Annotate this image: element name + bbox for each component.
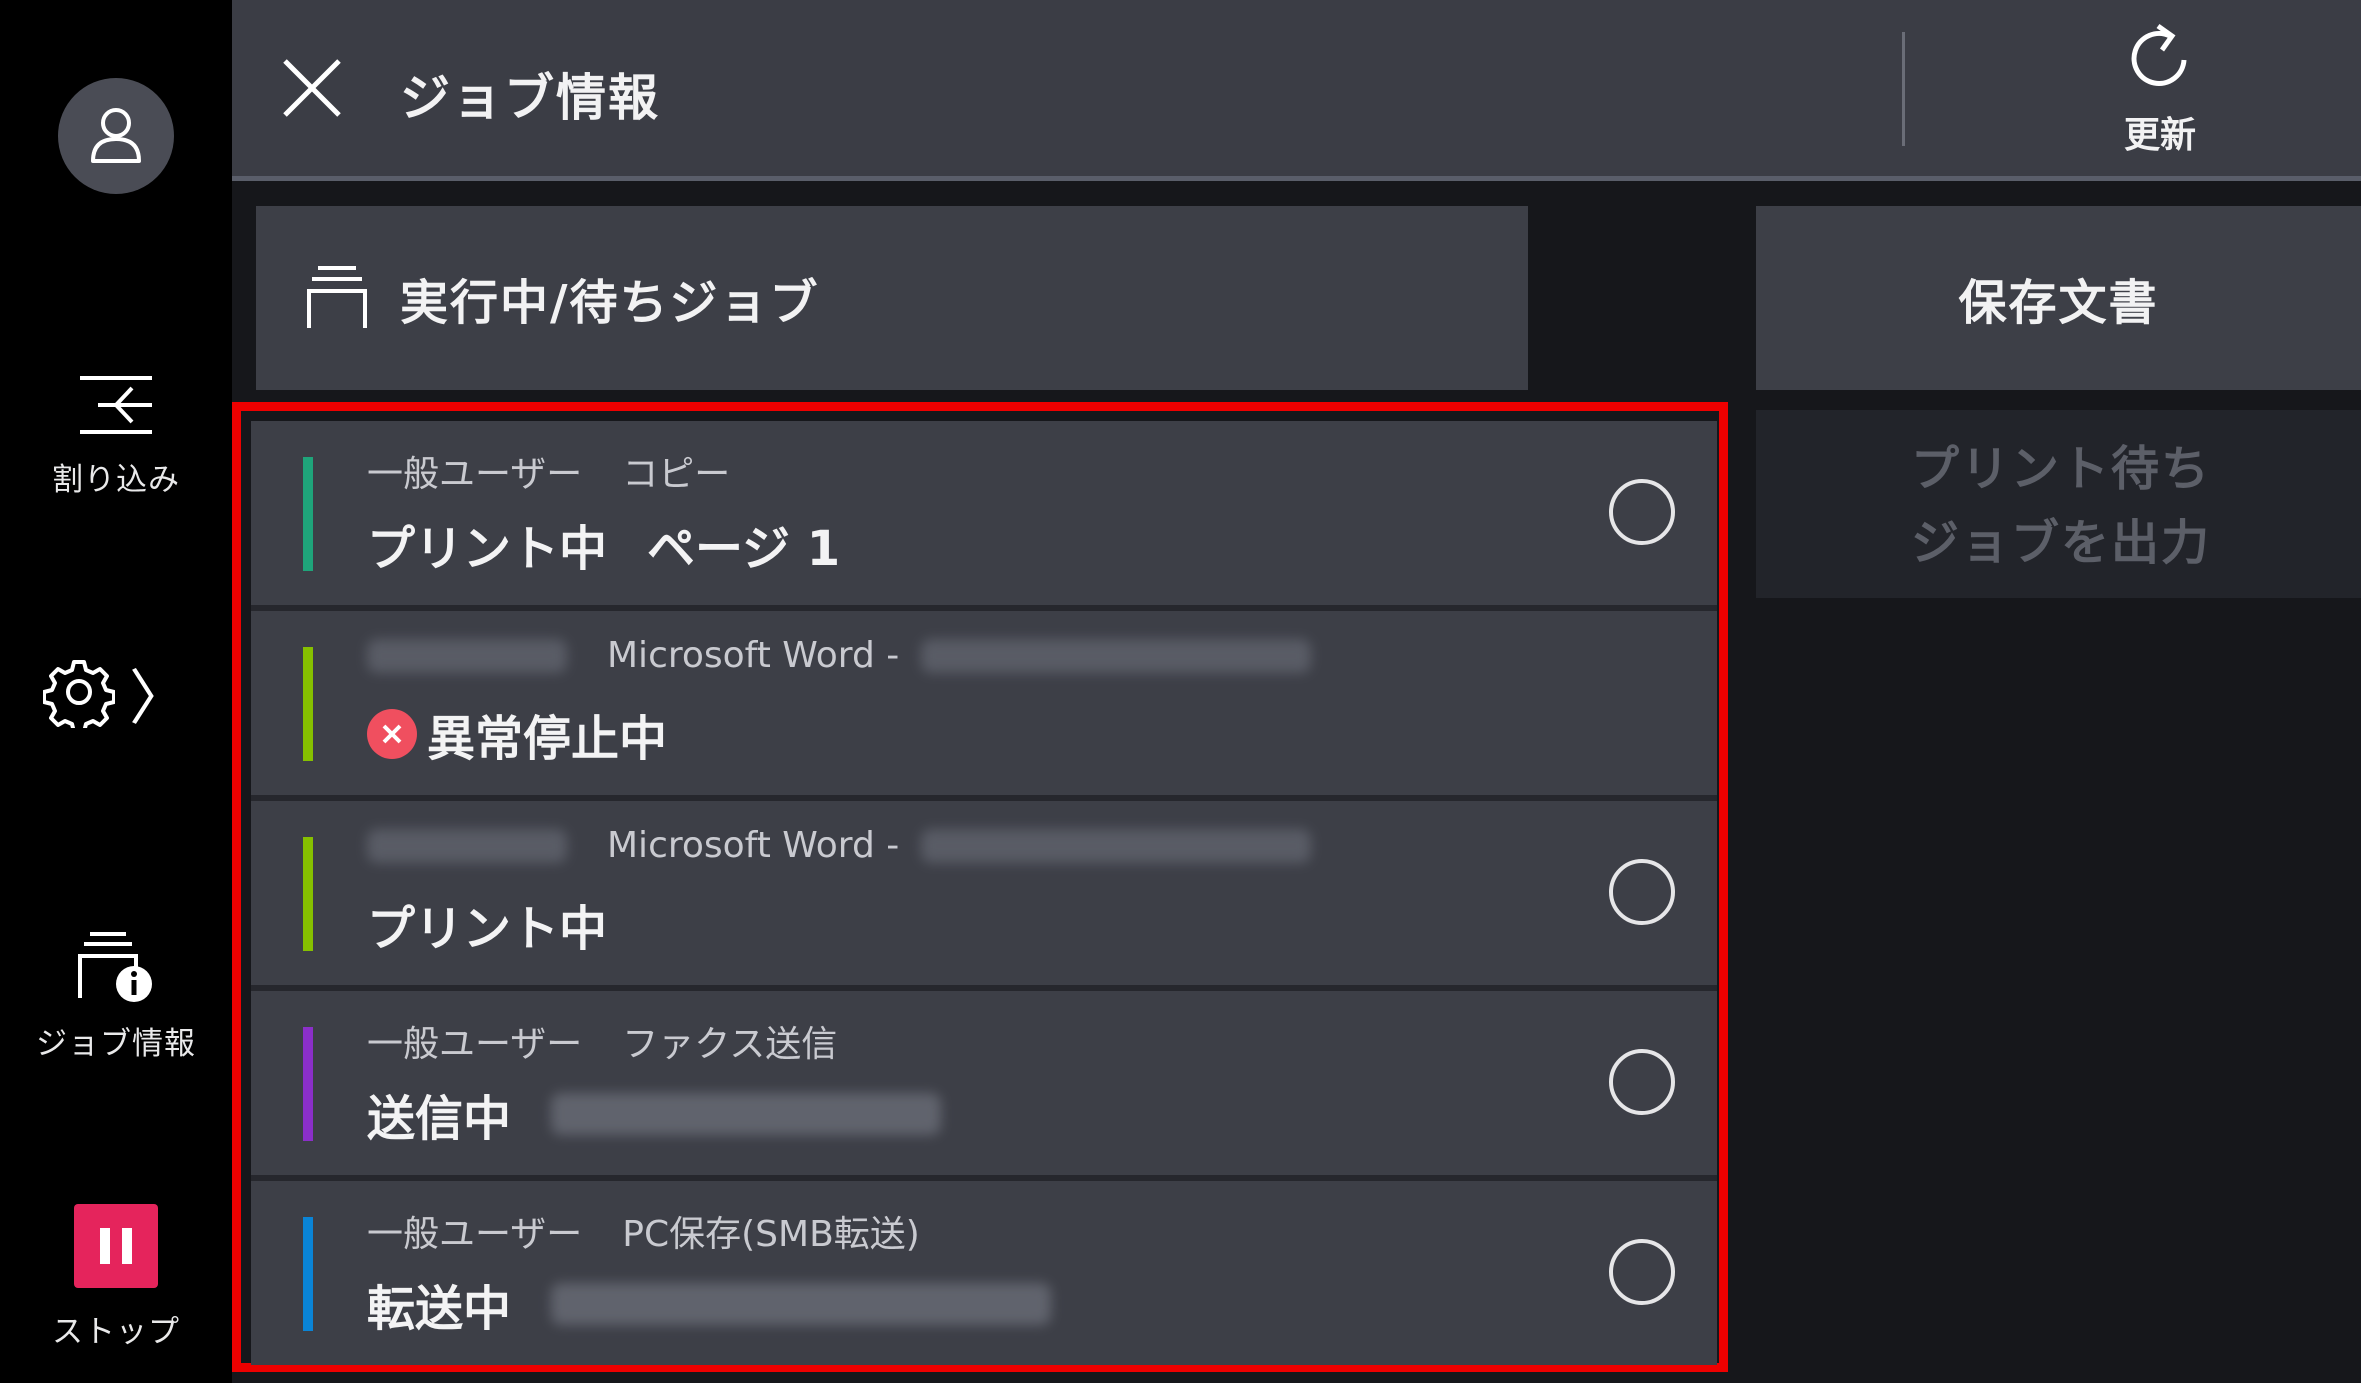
job-status-bar xyxy=(303,1217,313,1331)
job-status-bar xyxy=(303,837,313,951)
job-meta: Microsoft Word - xyxy=(367,635,1312,676)
job-owner: 一般ユーザー xyxy=(367,454,583,495)
stop-icon xyxy=(74,1204,158,1288)
job-row[interactable]: 一般ユーザー ファクス送信 送信中 xyxy=(251,991,1717,1175)
refresh-icon xyxy=(2122,20,2198,100)
interrupt-icon xyxy=(76,370,156,444)
job-select-radio[interactable] xyxy=(1609,1049,1675,1115)
print-waiting-jobs-button[interactable]: プリント待ち ジョブを出力 xyxy=(1756,410,2361,598)
print-waiting-line1: プリント待ち xyxy=(1911,441,2212,497)
job-row[interactable]: 一般ユーザー PC保存(SMB転送) 転送中 xyxy=(251,1181,1717,1365)
error-icon xyxy=(367,709,417,759)
job-status: 異常停止中 xyxy=(427,711,668,767)
job-type: ファクス送信 xyxy=(622,1024,838,1065)
close-icon xyxy=(279,55,345,125)
tab-active-waiting-jobs[interactable]: 実行中/待ちジョブ xyxy=(256,206,1528,390)
redacted-filename xyxy=(921,828,1312,863)
header-bar: ジョブ情報 更新 xyxy=(232,0,2361,176)
main-area: ジョブ情報 更新 実行中/待ちジョブ 保存文書 プリント待ち ジョブを出力 一般… xyxy=(232,0,2361,1383)
redacted-owner xyxy=(367,638,567,673)
job-status-line: 転送中 xyxy=(367,1269,1052,1339)
job-status-bar xyxy=(303,457,313,571)
job-meta: Microsoft Word - xyxy=(367,825,1312,866)
job-type: コピー xyxy=(622,454,731,495)
job-info-nav-label: ジョブ情報 xyxy=(36,1026,196,1062)
job-owner: 一般ユーザー xyxy=(367,1214,583,1255)
job-select-radio[interactable] xyxy=(1609,859,1675,925)
job-list-highlight: 一般ユーザー コピー プリント中 ページ 1 Microsoft Word - … xyxy=(232,402,1728,1372)
redacted-destination xyxy=(551,1093,942,1135)
job-status-bar xyxy=(303,1027,313,1141)
job-status: プリント中 xyxy=(367,521,608,577)
job-status-line: プリント中 ページ 1 xyxy=(367,509,840,579)
job-type: Microsoft Word - xyxy=(607,825,900,866)
print-waiting-jobs-label: プリント待ち ジョブを出力 xyxy=(1911,432,2211,580)
tab-saved-label: 保存文書 xyxy=(1958,275,2159,331)
job-select-radio[interactable] xyxy=(1609,1239,1675,1305)
job-type: Microsoft Word - xyxy=(607,635,900,676)
user-icon xyxy=(81,99,151,173)
user-avatar-button[interactable] xyxy=(58,78,174,194)
job-status-line: 送信中 xyxy=(367,1079,942,1149)
job-row[interactable]: Microsoft Word - 異常停止中 xyxy=(251,611,1717,795)
job-status: 転送中 xyxy=(367,1281,512,1337)
job-meta: 一般ユーザー コピー xyxy=(367,445,730,497)
page-title: ジョブ情報 xyxy=(400,69,660,127)
job-type: PC保存(SMB転送) xyxy=(622,1214,920,1255)
job-status-line: プリント中 xyxy=(367,889,607,959)
stop-button[interactable]: ストップ xyxy=(0,1204,232,1351)
device-settings-button[interactable]: 〉 xyxy=(0,650,232,737)
job-meta: 一般ユーザー PC保存(SMB転送) xyxy=(367,1205,920,1257)
interrupt-label: 割り込み xyxy=(52,462,180,498)
header-underline xyxy=(232,176,2361,181)
tab-saved-documents[interactable]: 保存文書 xyxy=(1756,206,2361,390)
close-button[interactable] xyxy=(272,50,352,130)
job-status: 送信中 xyxy=(367,1091,512,1147)
job-status-bar xyxy=(303,647,313,761)
job-row[interactable]: 一般ユーザー コピー プリント中 ページ 1 xyxy=(251,421,1717,605)
redacted-owner xyxy=(367,828,567,863)
job-row[interactable]: Microsoft Word - プリント中 xyxy=(251,801,1717,985)
job-select-radio[interactable] xyxy=(1609,479,1675,545)
redacted-filename xyxy=(921,638,1312,673)
chevron-right-icon: 〉 xyxy=(129,664,189,734)
job-info-icon xyxy=(76,928,156,1008)
stop-label: ストップ xyxy=(52,1314,180,1350)
job-detail: ページ 1 xyxy=(647,521,841,577)
tab-active-label: 実行中/待ちジョブ xyxy=(400,275,820,331)
job-info-nav-button[interactable]: ジョブ情報 xyxy=(0,928,232,1063)
print-waiting-line2: ジョブを出力 xyxy=(1911,515,2212,571)
job-meta: 一般ユーザー ファクス送信 xyxy=(367,1015,837,1067)
job-owner: 一般ユーザー xyxy=(367,1024,583,1065)
job-status-line: 異常停止中 xyxy=(367,699,667,769)
job-queue-icon xyxy=(306,262,368,334)
redacted-destination xyxy=(551,1283,1052,1325)
left-rail: 割り込み 〉 ジョブ情報 ストップ xyxy=(0,0,232,1383)
gear-icon xyxy=(42,656,116,734)
interrupt-button[interactable]: 割り込み xyxy=(0,370,232,499)
job-status: プリント中 xyxy=(367,901,608,957)
refresh-label: 更新 xyxy=(2123,115,2196,156)
refresh-button[interactable]: 更新 xyxy=(2070,20,2250,170)
header-divider xyxy=(1902,32,1905,146)
